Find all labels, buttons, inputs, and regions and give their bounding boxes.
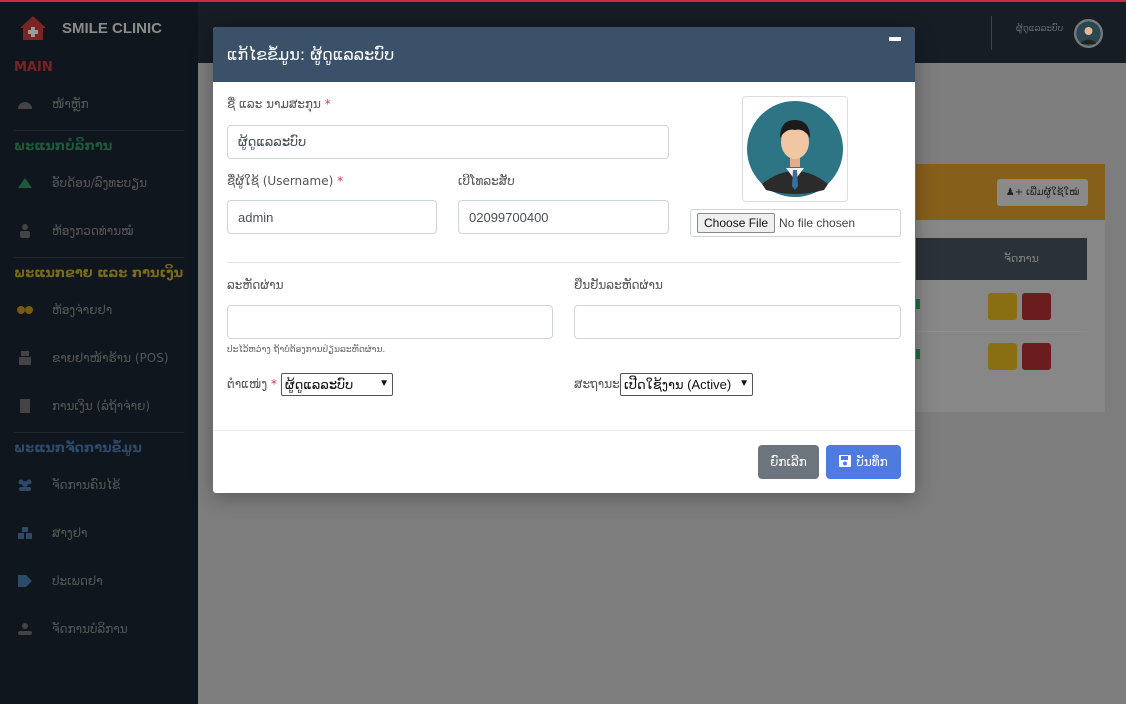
add-user-button[interactable]: ♟+ ເພີ່ມຜູ້ໃຊ້ໃໝ່	[997, 179, 1088, 206]
invoice-icon	[16, 397, 34, 415]
phone-input[interactable]: 02099700400	[458, 200, 669, 234]
confirm-password-label: ຢືນຢັນລະຫັດຜ່ານ	[574, 278, 663, 292]
divider	[14, 257, 184, 258]
sidebar-item-pos[interactable]: ຂາຍຢາໜ້າຮ້ານ (POS)	[0, 334, 198, 382]
fullname-label: ຊື່ ແລະ ນາມສະກຸນ *	[227, 97, 331, 111]
sidebar-item-label: ຈັດການບໍລິການ	[52, 622, 128, 636]
triangle-icon	[16, 174, 34, 192]
file-status: No file chosen	[779, 216, 856, 230]
sidebar-item-doctor-room[interactable]: ຫ້ອງກວດທ່ານໝໍ	[0, 207, 198, 255]
add-user-icon: ♟+	[1005, 187, 1024, 198]
edit-user-modal: ແກ້ໄຂຂໍ້ມູນ: ຜູ້ດູແລລະບົບ ຊື່ ແລະ ນາມສະກ…	[213, 27, 915, 493]
password-input[interactable]	[227, 305, 553, 339]
warehouse-icon	[16, 524, 34, 542]
cash-register-icon	[16, 349, 34, 367]
dashboard-icon	[16, 95, 34, 113]
modal-title: ແກ້ໄຂຂໍ້ມູນ: ຜູ້ດູແລລະບົບ	[227, 45, 395, 64]
fullname-label-text: ຊື່ ແລະ ນາມສະກຸນ	[227, 97, 321, 111]
chevron-down-icon: ▼	[739, 378, 749, 389]
sidebar-item-patients[interactable]: ຈັດການຄົນໄຂ້	[0, 461, 198, 509]
users-card-header: ♟+ ເພີ່ມຜູ້ໃຊ້ໃໝ່	[916, 164, 1105, 220]
profile-photo	[742, 96, 848, 202]
form-divider	[227, 262, 901, 263]
role-select-value: ຜູ້ດູແລລະບົບ	[285, 376, 354, 392]
required-mark: *	[324, 97, 331, 111]
section-service-title: ພະແນກບໍລິການ	[14, 138, 113, 154]
edit-button[interactable]	[988, 293, 1017, 320]
modal-footer-divider	[213, 430, 915, 431]
password-help-text: ປະໄວ້ຫວ່າງ ຖ້າບໍ່ຕ້ອງການປ່ຽນລະຫັດຜ່ານ.	[227, 345, 386, 355]
table-row-divider	[916, 331, 1087, 332]
sidebar: SMILE CLINIC MAIN ໜ້າຫຼັກ ພະແນກບໍລິການ ອ…	[0, 0, 198, 704]
confirm-password-input[interactable]	[574, 305, 901, 339]
chevron-down-icon: ▼	[379, 378, 389, 389]
topbar-username[interactable]: ຜູ້ດູແລລະບົບ	[1016, 24, 1063, 34]
status-dot	[916, 349, 920, 359]
password-label: ລະຫັດຜ່ານ	[227, 278, 284, 292]
brand-name: SMILE CLINIC	[62, 19, 162, 37]
role-select[interactable]: ຜູ້ດູແລລະບົບ ▼	[281, 373, 393, 396]
divider	[14, 432, 184, 433]
manage-column-header: ຈັດການ	[1004, 252, 1039, 265]
sidebar-item-finance[interactable]: ການເງິນ (ລໍຖ້າຈ່າຍ)	[0, 382, 198, 430]
choose-file-button[interactable]: Choose File	[697, 213, 776, 233]
users-card: ♟+ ເພີ່ມຜູ້ໃຊ້ໃໝ່ ຈັດການ	[916, 164, 1105, 412]
fullname-input[interactable]: ຜູ້ດູແລລະບົບ	[227, 125, 669, 159]
status-label: ສະຖານະ	[574, 377, 620, 391]
pills-icon	[16, 301, 34, 319]
username-label-text: ຊື່ຜູ້ໃຊ້ (Username)	[227, 174, 334, 188]
tag-icon	[16, 572, 34, 590]
edit-button[interactable]	[988, 343, 1017, 370]
save-button[interactable]: ບັນທຶກ	[826, 445, 901, 479]
save-icon	[839, 454, 852, 470]
section-sales-title: ພະແນກຂາຍ ແລະ ການເງິນ	[14, 265, 184, 281]
section-data-title: ພະແນກຈັດການຂໍ້ມູນ	[14, 440, 142, 456]
delete-button[interactable]	[1022, 293, 1051, 320]
required-mark: *	[337, 174, 344, 188]
role-label: ຕຳແໜ່ງ *	[227, 377, 277, 391]
sidebar-item-label: ຫ້ອງກວດທ່ານໝໍ	[52, 224, 134, 238]
user-avatar-icon	[747, 101, 843, 197]
sidebar-item-label: ຂາຍຢາໜ້າຮ້ານ (POS)	[52, 351, 169, 365]
username-label: ຊື່ຜູ້ໃຊ້ (Username) *	[227, 174, 343, 188]
required-mark: *	[271, 377, 278, 391]
status-select-value: ເປີດໃຊ້ງານ (Active)	[624, 376, 732, 392]
users-icon	[16, 476, 34, 494]
phone-label: ເບີໂທລະສັບ	[458, 174, 515, 188]
cancel-button[interactable]: ຍົກເລີກ	[758, 445, 819, 479]
divider	[14, 130, 184, 131]
add-user-label: ເພີ່ມຜູ້ໃຊ້ໃໝ່	[1026, 187, 1080, 198]
sidebar-item-services[interactable]: ຈັດການບໍລິການ	[0, 605, 198, 653]
doctor-icon	[16, 222, 34, 240]
topbar-separator	[991, 16, 992, 50]
save-label: ບັນທຶກ	[856, 455, 888, 469]
sidebar-item-registration[interactable]: ອັບດ້ອນ/ລົງທະບຽນ	[0, 159, 198, 207]
sidebar-item-label: ການເງິນ (ລໍຖ້າຈ່າຍ)	[52, 399, 151, 413]
sidebar-item-dashboard[interactable]: ໜ້າຫຼັກ	[0, 80, 198, 128]
sidebar-item-label: ອັບດ້ອນ/ລົງທະບຽນ	[52, 176, 148, 190]
role-label-text: ຕຳແໜ່ງ	[227, 377, 268, 391]
sidebar-item-pharmacy[interactable]: ຫ້ອງຈ່າຍຢາ	[0, 286, 198, 334]
service-icon	[16, 620, 34, 638]
minimize-icon[interactable]	[889, 37, 901, 41]
clinic-logo-icon	[18, 13, 48, 43]
sidebar-item-label: ຈັດການຄົນໄຂ້	[52, 478, 121, 492]
brand[interactable]: SMILE CLINIC	[0, 2, 198, 54]
status-dot	[916, 299, 920, 309]
sidebar-item-label: ສາງຢາ	[52, 526, 88, 540]
sidebar-item-label: ໜ້າຫຼັກ	[52, 97, 89, 111]
user-avatar[interactable]	[1074, 19, 1103, 48]
photo-file-input[interactable]: Choose File No file chosen	[690, 209, 901, 237]
sidebar-item-label: ປະເພດຢາ	[52, 574, 103, 588]
modal-header: ແກ້ໄຂຂໍ້ມູນ: ຜູ້ດູແລລະບົບ	[213, 27, 915, 82]
status-select[interactable]: ເປີດໃຊ້ງານ (Active) ▼	[620, 373, 753, 396]
section-main-title: MAIN	[14, 59, 53, 75]
username-input[interactable]: admin	[227, 200, 437, 234]
sidebar-item-drug-type[interactable]: ປະເພດຢາ	[0, 557, 198, 605]
sidebar-item-label: ຫ້ອງຈ່າຍຢາ	[52, 303, 113, 317]
delete-button[interactable]	[1022, 343, 1051, 370]
table-header: ຈັດການ	[916, 238, 1087, 280]
sidebar-item-warehouse[interactable]: ສາງຢາ	[0, 509, 198, 557]
